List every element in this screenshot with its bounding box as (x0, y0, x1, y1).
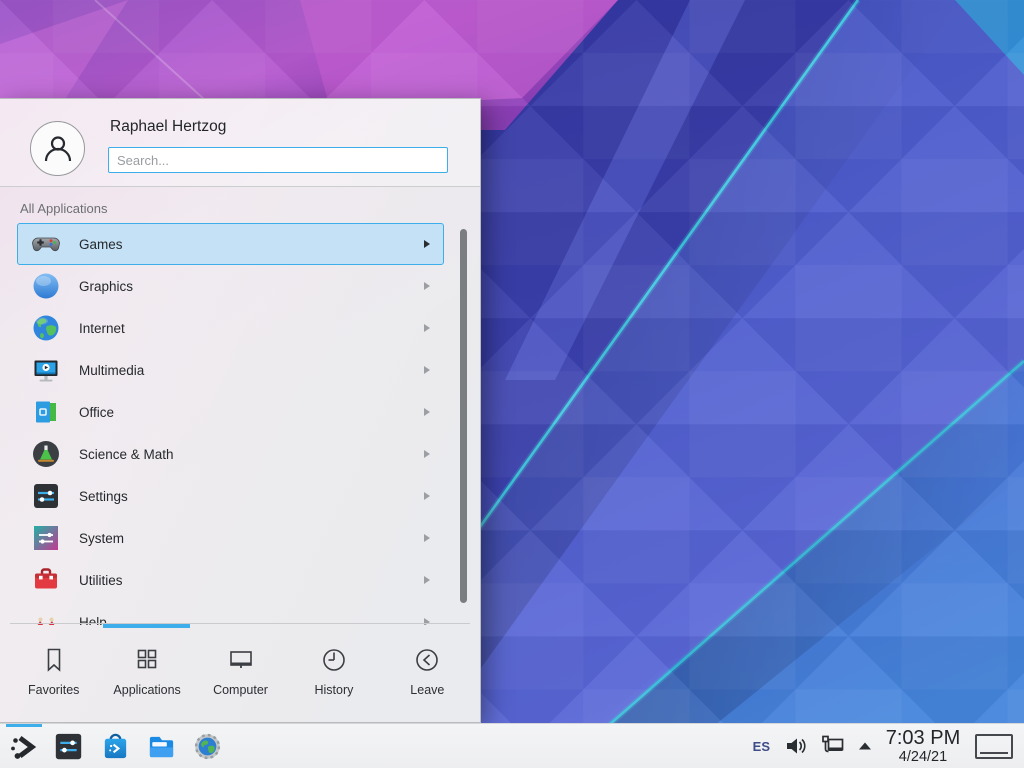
category-label: Utilities (79, 573, 123, 588)
application-category-list: Games Graphics (0, 223, 460, 625)
system-sliders-icon (30, 522, 62, 554)
bookmark-icon (41, 645, 67, 675)
category-row-multimedia[interactable]: Multimedia (17, 349, 444, 391)
application-launcher-menu: Raphael Hertzog All Applications (0, 98, 481, 723)
clock-date: 4/24/21 (883, 750, 963, 765)
category-label: Science & Math (79, 447, 174, 462)
category-row-settings[interactable]: Settings (17, 475, 444, 517)
gamepad-icon (30, 228, 62, 260)
category-row-graphics[interactable]: Graphics (17, 265, 444, 307)
desktop: Raphael Hertzog All Applications (0, 0, 1024, 768)
volume-icon[interactable] (784, 734, 808, 758)
user-icon (41, 132, 75, 166)
digital-clock[interactable]: 7:03 PM 4/24/21 (883, 728, 963, 765)
footer-tabs: Favorites Applications (7, 631, 474, 719)
category-row-utilities[interactable]: Utilities (17, 559, 444, 601)
sphere-icon (30, 270, 62, 302)
tab-label: History (314, 683, 353, 697)
web-browser-button[interactable] (193, 732, 222, 761)
user-avatar[interactable] (30, 121, 85, 176)
submenu-arrow-icon (424, 534, 430, 542)
tab-label: Applications (113, 683, 180, 697)
system-tray: ES (749, 733, 873, 759)
tab-computer[interactable]: Computer (194, 631, 287, 719)
sliders-icon (30, 480, 62, 512)
tab-leave[interactable]: Leave (381, 631, 474, 719)
category-row-office[interactable]: Office (17, 391, 444, 433)
file-manager-button[interactable] (146, 731, 177, 762)
tab-history[interactable]: History (287, 631, 380, 719)
list-scrollbar[interactable] (460, 229, 467, 603)
kickoff-icon (6, 729, 40, 763)
submenu-arrow-icon (424, 408, 430, 416)
launcher-footer: Favorites Applications (0, 623, 480, 722)
expand-tray-icon[interactable] (857, 740, 873, 752)
submenu-arrow-icon (424, 450, 430, 458)
system-settings-button[interactable] (54, 732, 83, 761)
keyboard-layout-indicator[interactable]: ES (749, 739, 774, 754)
tab-applications[interactable]: Applications (100, 631, 193, 719)
globe-icon (30, 312, 62, 344)
app-launcher-button[interactable] (0, 724, 45, 768)
network-icon[interactable] (820, 733, 846, 759)
user-name: Raphael Hertzog (110, 118, 226, 136)
footer-divider (10, 623, 470, 624)
category-row-system[interactable]: System (17, 517, 444, 559)
category-label: Multimedia (79, 363, 144, 378)
monitor-play-icon (30, 354, 62, 386)
flask-icon (30, 438, 62, 470)
category-row-internet[interactable]: Internet (17, 307, 444, 349)
category-row-games[interactable]: Games (17, 223, 444, 265)
tab-label: Favorites (28, 683, 79, 697)
tab-favorites[interactable]: Favorites (7, 631, 100, 719)
active-tab-indicator (103, 624, 190, 628)
category-label: System (79, 531, 124, 546)
submenu-arrow-icon (424, 240, 430, 248)
show-desktop-button[interactable] (975, 734, 1013, 759)
discover-icon (100, 731, 131, 762)
section-label: All Applications (20, 201, 107, 216)
submenu-arrow-icon (424, 324, 430, 332)
system-settings-icon (54, 732, 83, 761)
category-label: Games (79, 237, 123, 252)
submenu-arrow-icon (424, 366, 430, 374)
browser-globe-icon (193, 732, 222, 761)
category-row-help[interactable]: Help (17, 601, 444, 625)
category-label: Settings (79, 489, 128, 504)
toolbox-icon (30, 564, 62, 596)
launcher-header: Raphael Hertzog (0, 99, 480, 187)
clock-icon (320, 645, 348, 675)
leave-icon (413, 645, 441, 675)
discover-button[interactable] (100, 731, 131, 762)
search-input[interactable] (108, 147, 448, 173)
computer-icon (227, 645, 255, 675)
folder-icon (146, 731, 177, 762)
category-label: Graphics (79, 279, 133, 294)
clock-time: 7:03 PM (883, 728, 963, 748)
category-label: Internet (79, 321, 125, 336)
grid-icon (134, 645, 160, 675)
tab-label: Computer (213, 683, 268, 697)
submenu-arrow-icon (424, 576, 430, 584)
category-row-science-math[interactable]: Science & Math (17, 433, 444, 475)
submenu-arrow-icon (424, 492, 430, 500)
taskbar: ES (0, 723, 1024, 768)
tab-label: Leave (410, 683, 444, 697)
submenu-arrow-icon (424, 282, 430, 290)
category-label: Office (79, 405, 114, 420)
document-icon (30, 396, 62, 428)
